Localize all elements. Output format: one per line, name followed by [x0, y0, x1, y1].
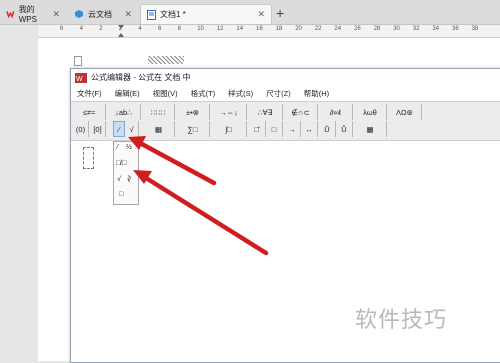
menu-bar: 文件(F) 编辑(E) 视图(V) 格式(T) 样式(S) 尺寸(Z) 帮助(H…	[71, 87, 500, 100]
long-division-option[interactable]: □	[119, 191, 123, 198]
ruler-number: 32	[412, 26, 420, 32]
ruler-number: 38	[471, 26, 479, 32]
equation-slot[interactable]	[83, 147, 94, 169]
symbol-toolbar: ≤≠≈ ↓ab∴ ∷∷∷ ±•⊗ →⇔↓ ∴∀∃ ∉∩⊂ ∂∞ℓ λωθ ΛΩ⊛…	[71, 101, 500, 141]
ruler-number: 28	[373, 26, 381, 32]
window-title: 公式编辑器 - 公式在 文档 中	[91, 73, 191, 82]
window-title-bar[interactable]: W 公式编辑器 - 公式在 文档 中	[71, 69, 500, 86]
close-icon[interactable]: ✕	[52, 9, 60, 20]
horizontal-ruler[interactable]: 6 4 2 2 4 6 8 10 12 14 16 18 20 22 24 26 28 30 32 34 36 38	[38, 25, 500, 38]
logic-symbols-button[interactable]: ∴∀∃	[248, 104, 283, 120]
parentheses-template-button[interactable]: (0)	[73, 121, 89, 137]
tab-my-wps[interactable]: 我的WPS ✕	[0, 4, 66, 24]
overbar-template-button[interactable]: □̄	[248, 121, 266, 137]
slash-fraction-option[interactable]: □/□	[116, 160, 126, 167]
product-template-button[interactable]: Ũ	[319, 121, 336, 137]
tab-label: 云文档	[88, 9, 112, 19]
nth-root-option[interactable]: ∛	[127, 176, 131, 184]
indent-marker-icon[interactable]	[118, 25, 124, 37]
relational-symbols-button[interactable]: ≤≠≈	[73, 104, 106, 120]
close-icon[interactable]: ✕	[257, 9, 265, 20]
app-icon: W	[75, 72, 87, 83]
menu-view[interactable]: 视图(V)	[153, 88, 178, 99]
ruler-number: 24	[334, 26, 342, 32]
document-icon	[147, 9, 156, 20]
brackets-template-button[interactable]: [0]	[90, 121, 106, 137]
underbar-template-button[interactable]: □	[266, 121, 283, 137]
close-icon[interactable]: ✕	[124, 9, 132, 20]
arrow-symbols-button[interactable]: →⇔↓	[211, 104, 247, 120]
ruler-number: 10	[197, 26, 204, 32]
ruler-number: 14	[236, 26, 244, 32]
square-root-option[interactable]: √	[117, 176, 121, 183]
ruler-number: 34	[432, 26, 440, 32]
greek-uppercase-button[interactable]: ΛΩ⊛	[388, 104, 422, 120]
cloud-doc-icon	[75, 10, 83, 18]
set-theory-button[interactable]: ∉∩⊂	[284, 104, 318, 120]
union-template-button[interactable]: Ů	[336, 121, 353, 137]
operator-symbols-button[interactable]: ±•⊗	[176, 104, 210, 120]
menu-file[interactable]: 文件(F)	[77, 88, 102, 99]
svg-text:W: W	[76, 76, 83, 83]
radical-template-button[interactable]: √	[125, 121, 139, 137]
wps-logo-icon	[6, 11, 15, 19]
ruler-number: 18	[275, 26, 283, 32]
tab-label: 我的WPS	[18, 5, 37, 24]
ruler-number: 36	[452, 26, 459, 32]
greek-lowercase-button[interactable]: λωθ	[354, 104, 387, 120]
menu-edit[interactable]: 编辑(E)	[115, 88, 140, 99]
matrix-template-button[interactable]: ▦	[354, 121, 387, 137]
small-fraction-option[interactable]: ½	[126, 144, 132, 151]
tab-document-1[interactable]: 文档1 * ✕	[140, 4, 272, 24]
ruler-number: 16	[256, 26, 263, 32]
tab-cloud-doc[interactable]: 云文档 ✕	[68, 4, 138, 24]
page-corner-icon	[74, 56, 84, 67]
misc-symbols-button[interactable]: ∂∞ℓ	[319, 104, 353, 120]
ruler-number: 30	[393, 26, 400, 32]
ruler-number: 20	[295, 26, 302, 32]
ruler-number: 22	[314, 26, 322, 32]
summation-template-button[interactable]: ∑□	[176, 121, 210, 137]
object-frame-hatch	[148, 56, 184, 64]
menu-size[interactable]: 尺寸(Z)	[266, 88, 291, 99]
spaces-ellipses-button[interactable]: ↓ab∴	[107, 104, 141, 120]
ruler-number: 2	[99, 26, 103, 32]
ruler-number: 4	[138, 26, 142, 32]
subscript-template-button[interactable]: ▦	[143, 121, 175, 137]
ruler-number: 26	[354, 26, 361, 32]
integral-template-button[interactable]: ∫□	[211, 121, 247, 137]
menu-help[interactable]: 帮助(H)	[304, 88, 329, 99]
double-arrow-button[interactable]: ↔	[301, 121, 318, 137]
ruler-number: 4	[79, 26, 83, 32]
tab-label: 文档1 *	[160, 10, 186, 19]
embellishments-button[interactable]: ∷∷∷	[142, 104, 175, 120]
ruler-number: 8	[177, 26, 181, 32]
ruler-number: 6	[60, 26, 64, 32]
watermark: 软件技巧	[355, 307, 448, 332]
fraction-template-button[interactable]: ⁄	[113, 121, 125, 137]
fraction-templates-dropdown: ⁄ ½ □/□ √ ∛ □	[113, 141, 139, 205]
vertical-fraction-option[interactable]: ⁄	[117, 144, 118, 151]
menu-format[interactable]: 格式(T)	[191, 88, 216, 99]
menu-style[interactable]: 样式(S)	[228, 88, 253, 99]
new-tab-button[interactable]: +	[276, 5, 284, 21]
ruler-number: 12	[216, 26, 224, 32]
ruler-number: 6	[158, 26, 162, 32]
labeled-arrow-button[interactable]: →	[284, 121, 301, 137]
